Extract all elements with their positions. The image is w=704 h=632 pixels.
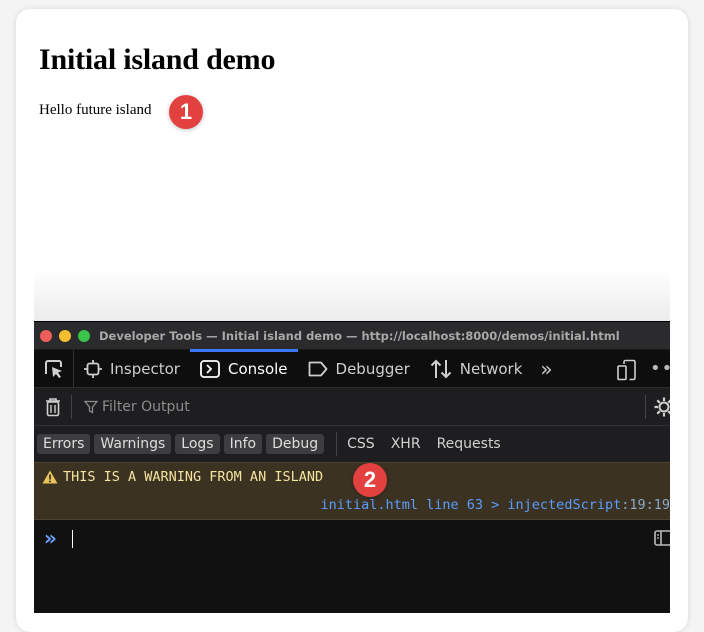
filter-errors[interactable]: Errors: [37, 434, 91, 454]
trash-icon: [45, 397, 60, 416]
gear-icon: [654, 397, 670, 417]
devtools-window: Developer Tools — Initial island demo — …: [34, 321, 670, 613]
filter-output-input[interactable]: Filter Output: [84, 399, 190, 415]
inspector-icon: [84, 359, 102, 378]
console-message-warning: THIS IS A WARNING FROM AN ISLAND initial…: [34, 462, 670, 520]
network-icon: [430, 359, 452, 379]
text-caret: [72, 530, 73, 548]
filter-css[interactable]: CSS: [347, 436, 375, 452]
tab-debugger[interactable]: Debugger: [298, 350, 420, 387]
log-level-filters: Errors Warnings Logs Info Debug CSS XHR …: [34, 426, 670, 462]
page-text: Hello future island: [39, 102, 152, 118]
clear-console-button[interactable]: [34, 394, 72, 419]
filter-icon: [84, 400, 98, 414]
devtools-tabbar: Inspector Console Debugger Network » •: [34, 349, 670, 388]
console-input[interactable]: »: [34, 520, 670, 560]
tab-inspector[interactable]: Inspector: [74, 350, 190, 387]
close-window-button[interactable]: [40, 329, 52, 342]
filter-warnings[interactable]: Warnings: [94, 434, 172, 454]
warning-icon: [42, 470, 58, 484]
level-divider: [336, 432, 338, 456]
annotation-badge-2: 2: [353, 463, 387, 497]
filter-xhr[interactable]: XHR: [391, 436, 421, 452]
filter-logs[interactable]: Logs: [175, 434, 220, 454]
page-fade: [34, 269, 670, 321]
filter-info[interactable]: Info: [223, 434, 263, 454]
annotation-badge-1: 1: [169, 95, 203, 129]
element-picker-icon: [44, 359, 62, 378]
page-title: Initial island demo: [39, 43, 276, 76]
filter-debug[interactable]: Debug: [266, 434, 325, 454]
minimize-window-button[interactable]: [59, 329, 71, 342]
console-settings-button[interactable]: [654, 397, 670, 421]
editor-mode-toggle-icon[interactable]: [654, 530, 670, 550]
message-source-link[interactable]: initial.html line 63 > injectedScript:19…: [320, 497, 670, 513]
console-icon: [200, 359, 220, 378]
responsive-design-icon[interactable]: [616, 359, 638, 385]
filter-toolbar: Filter Output: [34, 388, 670, 426]
prompt-chevron-icon: »: [44, 526, 57, 550]
element-picker-button[interactable]: [34, 350, 74, 387]
window-title: Developer Tools — Initial island demo — …: [99, 328, 620, 343]
devtools-titlebar: Developer Tools — Initial island demo — …: [34, 322, 670, 350]
more-tabs-button[interactable]: »: [532, 357, 560, 381]
browser-page: Initial island demo Hello future island …: [16, 9, 688, 632]
filter-requests[interactable]: Requests: [437, 436, 501, 452]
tab-network[interactable]: Network: [420, 350, 533, 387]
debugger-icon: [308, 361, 328, 377]
toolbar-divider: [645, 395, 646, 419]
zoom-window-button[interactable]: [78, 329, 90, 342]
more-options-icon[interactable]: •••: [650, 358, 670, 379]
tab-console[interactable]: Console: [189, 349, 298, 387]
warning-message-text: THIS IS A WARNING FROM AN ISLAND: [63, 469, 324, 485]
